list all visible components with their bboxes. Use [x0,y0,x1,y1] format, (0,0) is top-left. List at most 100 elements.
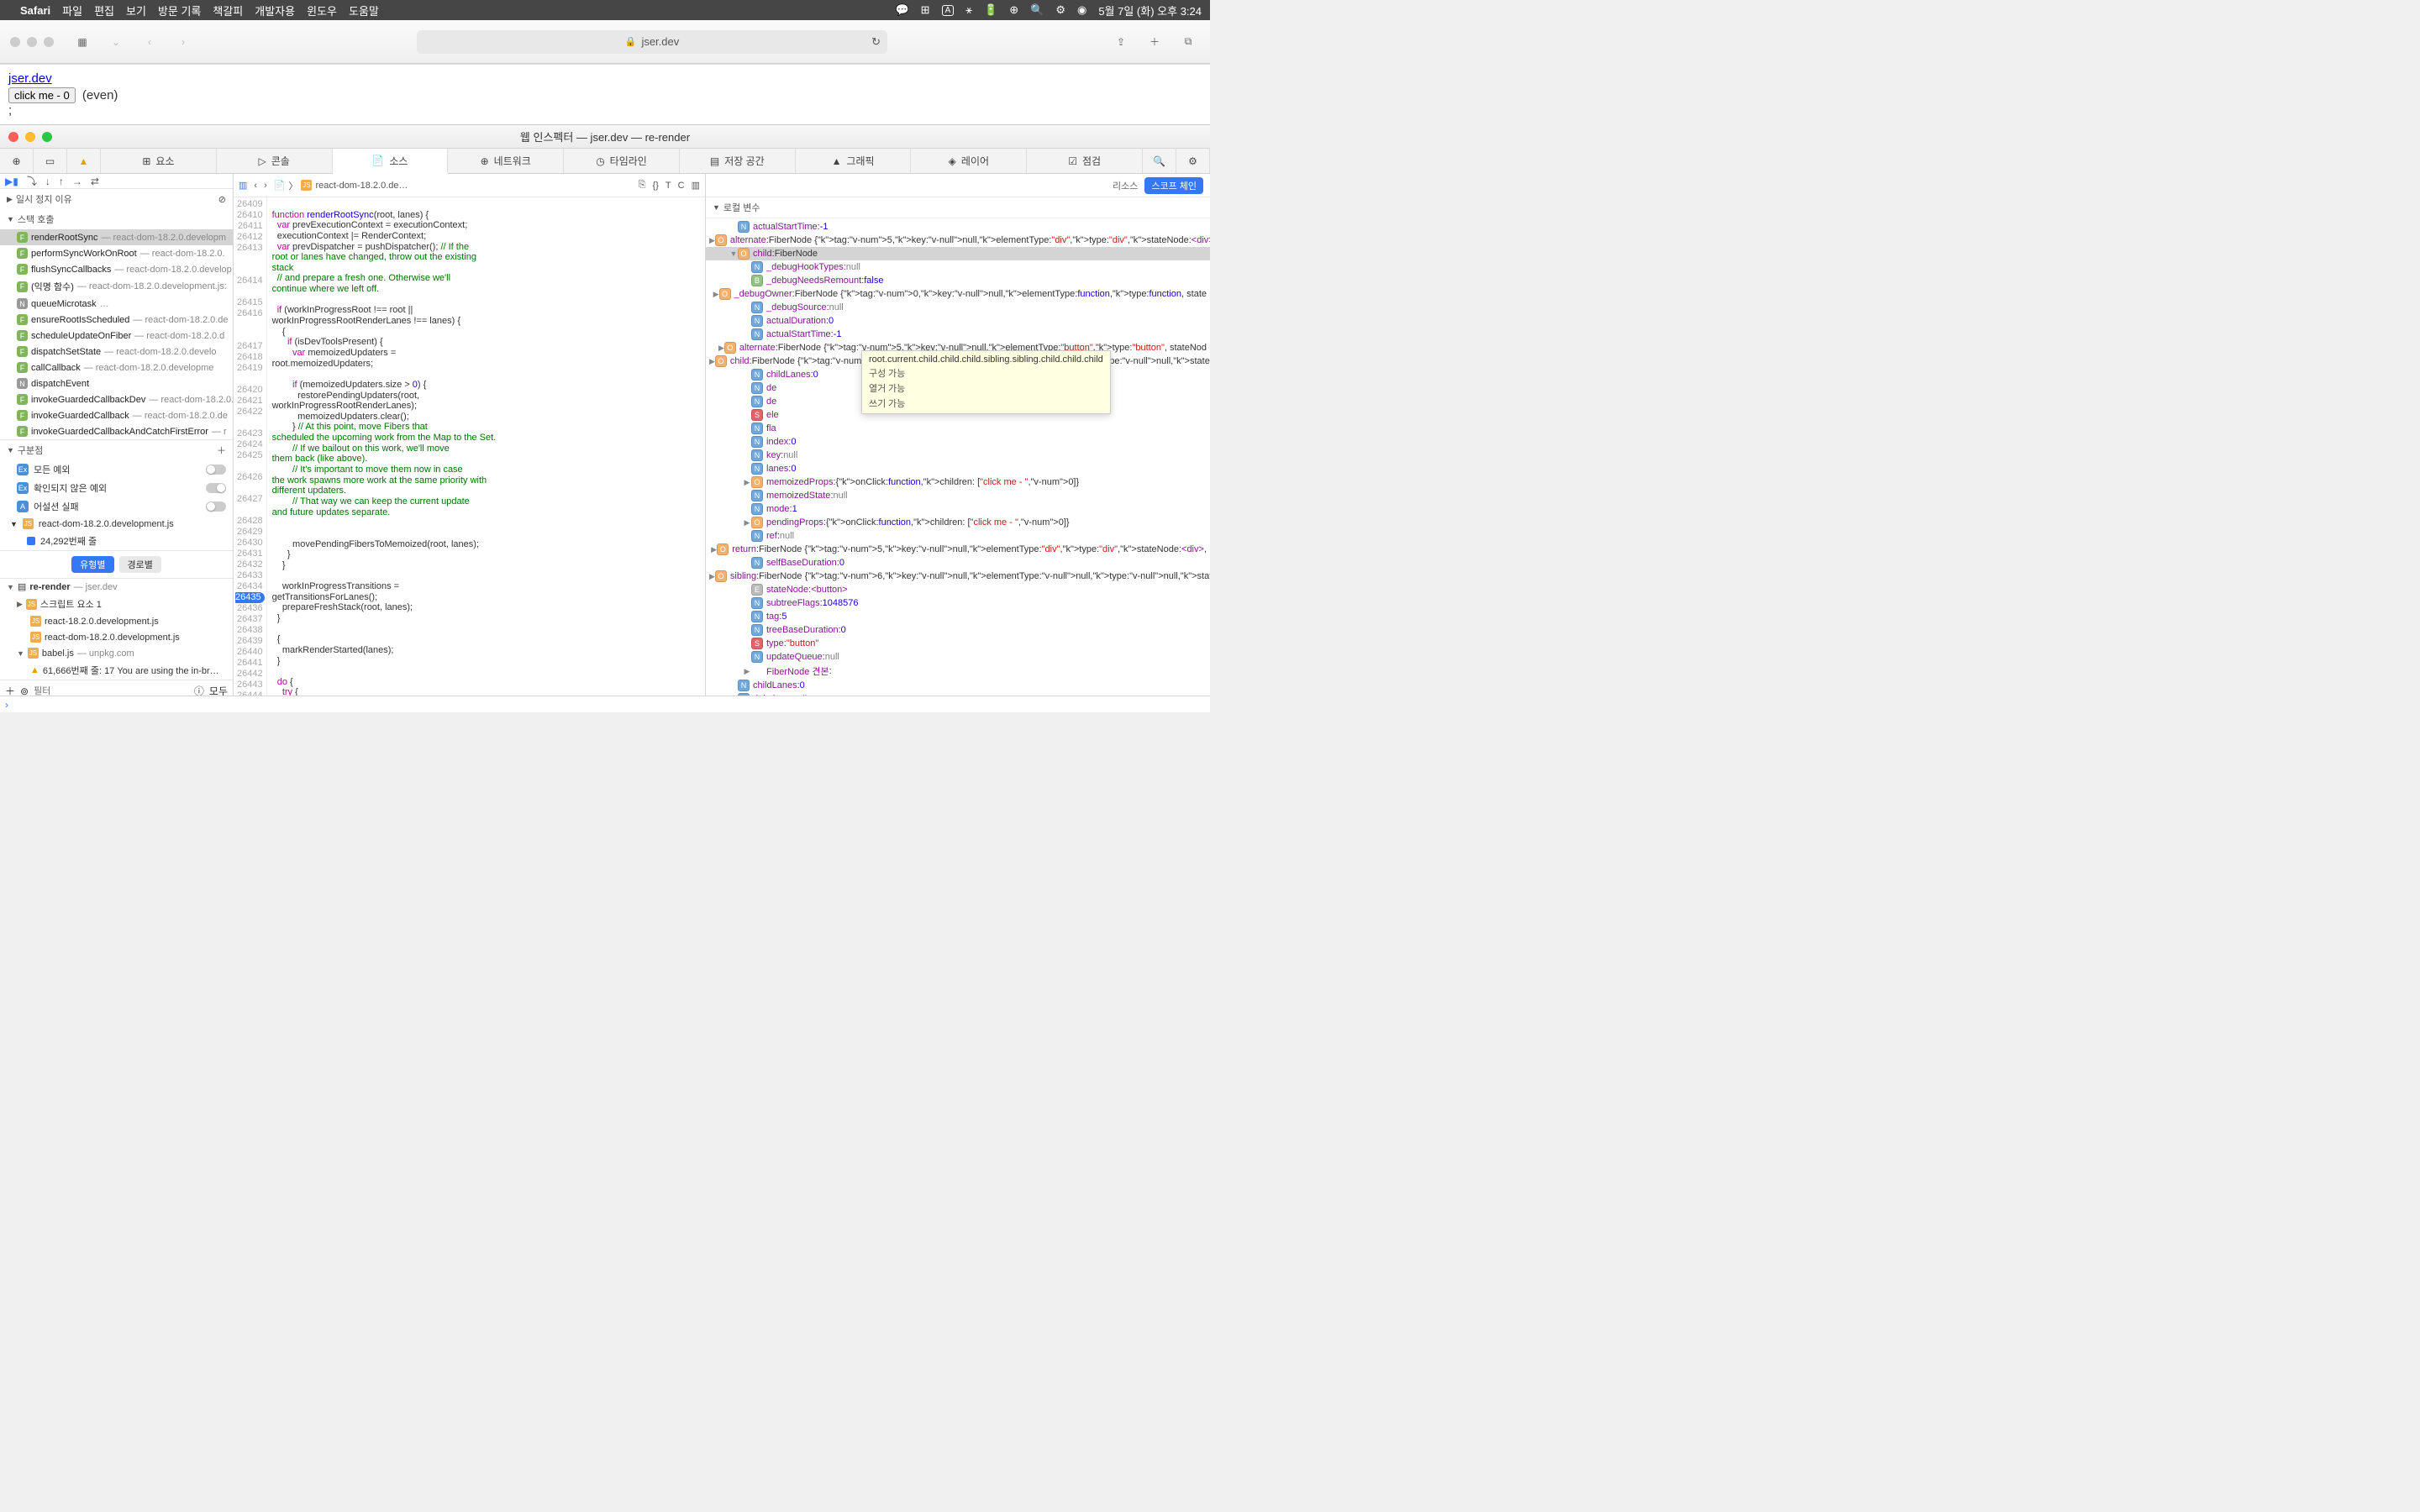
scope-row[interactable]: NsubtreeFlags: 1048576 [706,596,1210,610]
menu-help[interactable]: 도움말 [349,3,379,18]
stack-frame[interactable]: FcallCallback — react-dom-18.2.0.develop… [0,360,233,375]
stack-frame[interactable]: FinvokeGuardedCallbackAndCatchFirstError… [0,423,233,439]
scope-row[interactable]: Stype: "button" [706,637,1210,650]
scope-row[interactable]: N_debugSource: null [706,301,1210,314]
menu-file[interactable]: 파일 [62,3,82,18]
tabs-icon[interactable]: ⧉ [1176,30,1200,54]
scope-row[interactable]: Nref: null [706,529,1210,543]
pill-by-path[interactable]: 경로별 [119,556,161,573]
stack-frame[interactable]: NqueueMicrotask … [0,296,233,312]
inspector-settings-icon[interactable]: ⚙ [1176,149,1210,173]
scope-row[interactable]: NactualStartTime: -1 [706,328,1210,341]
back-icon[interactable]: ‹ [138,30,161,54]
stage-manager-icon[interactable]: ⊞ [921,3,930,17]
tree-react-dom[interactable]: JSreact-dom-18.2.0.development.js [0,629,233,645]
tab-audit[interactable]: ☑점검 [1027,149,1143,173]
pill-by-type[interactable]: 유형별 [71,556,113,573]
tree-root[interactable]: ▼▤re-render — jser.dev [0,579,233,595]
copy-icon[interactable]: ⎘ [639,180,646,191]
filter-all[interactable]: 모두 [209,684,228,696]
new-tab-icon[interactable]: ＋ [1143,30,1166,54]
split-icon[interactable]: ▥ [692,180,700,191]
reload-icon[interactable]: ↻ [871,35,881,49]
scope-row[interactable]: Nfla [706,422,1210,435]
tab-graphics[interactable]: ▲그래픽 [796,149,912,173]
info-icon[interactable]: ⓘ [194,684,204,696]
tab-layers[interactable]: ◈레이어 [911,149,1027,173]
scope-row[interactable]: EstateNode: <button> [706,583,1210,596]
sidebar-toggle-icon[interactable]: ▦ [71,30,94,54]
nav-toggle-icon[interactable]: ▥ [239,180,247,191]
breadcrumb[interactable]: 📄〉JSreact-dom-18.2.0.de… [274,179,408,192]
menu-window[interactable]: 윈도우 [307,3,337,18]
stack-frame[interactable]: FensureRootIsScheduled — react-dom-18.2.… [0,312,233,328]
scope-row[interactable]: B_debugNeedsRemount: false [706,274,1210,287]
inspector-title-bar[interactable]: 웹 인스펙터 — jser.dev — re-render [0,125,1210,149]
bp-all-exceptions[interactable]: Ex모든 예외 [0,460,233,479]
menu-view[interactable]: 보기 [126,3,146,18]
stack-frame[interactable]: FflushSyncCallbacks — react-dom-18.2.0.d… [0,261,233,277]
tree-babel[interactable]: ▼JSbabel.js — unpkg.com [0,645,233,661]
step-over-icon[interactable]: ⤵ [27,174,37,188]
tree-react[interactable]: JSreact-18.2.0.development.js [0,613,233,629]
type-icon[interactable]: T [666,181,671,191]
page-link[interactable]: jser.dev [8,71,52,86]
device-icon[interactable]: ▭ [34,149,67,173]
scope-row[interactable]: ▶O_debugOwner: FiberNode {"k">tag: "v-nu… [706,287,1210,301]
breakpoints-header[interactable]: ▼구분점＋ [0,440,233,460]
tree-script-elements[interactable]: ▶JS스크립트 요소 1 [0,595,233,613]
click-me-button[interactable]: click me - 0 [8,87,76,103]
bp-assertion[interactable]: A어설션 실패 [0,497,233,516]
console-prompt[interactable]: › [0,696,1210,712]
scope-row[interactable]: Nindex: 0 [706,435,1210,449]
stack-frame[interactable]: FscheduleUpdateOnFiber — react-dom-18.2.… [0,328,233,344]
stack-frame[interactable]: FinvokeGuardedCallbackDev — react-dom-18… [0,391,233,407]
share-icon[interactable]: ⇪ [1109,30,1133,54]
scope-row[interactable]: NchildLanes: 0 [706,679,1210,692]
call-stack-header[interactable]: ▼스택 호출 [0,209,233,229]
scope-tree[interactable]: NactualStartTime: -1▶Oalternate: FiberNo… [706,218,1210,696]
stack-frame[interactable]: FinvokeGuardedCallback — react-dom-18.2.… [0,407,233,423]
input-source-icon[interactable]: A [942,5,955,16]
tab-scope[interactable]: 스코프 체인 [1144,177,1203,194]
app-name[interactable]: Safari [20,4,50,17]
source-view[interactable]: 2640926410264112641226413 26414 26415264… [234,197,705,696]
scope-row[interactable]: Ndeletions: null [706,692,1210,696]
menu-history[interactable]: 방문 기록 [158,3,201,18]
nav-back-icon[interactable]: ‹ [254,181,257,191]
pause-reason-header[interactable]: ▶일시 정지 이유⊘ [0,189,233,209]
filter-input[interactable] [34,686,189,696]
stack-frame[interactable]: F(익명 함수) — react-dom-18.2.0.development.… [0,277,233,296]
menu-edit[interactable]: 편집 [94,3,114,18]
tab-groups-icon[interactable]: ⌄ [104,30,128,54]
local-vars-header[interactable]: ▼로컬 변수 [706,197,1210,218]
battery-icon[interactable]: 🔋 [984,3,997,17]
tab-network[interactable]: ⊕네트워크 [448,149,564,173]
add-resource-icon[interactable]: ＋ [5,684,15,696]
tab-storage[interactable]: ▤저장 공간 [680,149,796,173]
address-bar[interactable]: 🔒 jser.dev ↻ [417,30,887,54]
clock[interactable]: 5월 7일 (화) 오후 3:24 [1098,3,1202,18]
inspect-element-icon[interactable]: ⊕ [0,149,34,173]
stack-frame[interactable]: NdispatchEvent [0,375,233,391]
wifi-icon[interactable]: ⊕ [1009,3,1018,17]
coverage-icon[interactable]: C [678,181,685,191]
nav-fwd-icon[interactable]: › [264,181,267,191]
bluetooth-icon[interactable]: ⚹ [965,3,972,17]
tree-warning[interactable]: ▲61,666번째 줄: 17 You are using the in-br… [0,661,233,680]
scope-row[interactable]: Ntag: 5 [706,610,1210,623]
tab-resources[interactable]: 리소스 [1113,179,1138,192]
tab-timeline[interactable]: ◷타임라인 [564,149,680,173]
scope-row[interactable]: ▶OpendingProps: {"k">onClick: function, … [706,516,1210,529]
bp-line[interactable]: 24,292번째 줄 [0,532,233,550]
step-into-icon[interactable]: ↓ [45,176,50,187]
search-icon[interactable]: 🔍 [1030,3,1044,17]
inspector-search-icon[interactable]: 🔍 [1143,149,1176,173]
tab-sources[interactable]: 📄소스 [333,149,449,174]
scope-row[interactable]: ▶OmemoizedProps: {"k">onClick: function,… [706,475,1210,489]
stack-frame[interactable]: FdispatchSetState — react-dom-18.2.0.dev… [0,344,233,360]
step-out-icon[interactable]: ↑ [59,176,64,187]
scope-row[interactable]: Nkey: null [706,449,1210,462]
warnings-icon[interactable]: ▲ [67,149,101,173]
stack-frame[interactable]: FrenderRootSync — react-dom-18.2.0.devel… [0,229,233,245]
